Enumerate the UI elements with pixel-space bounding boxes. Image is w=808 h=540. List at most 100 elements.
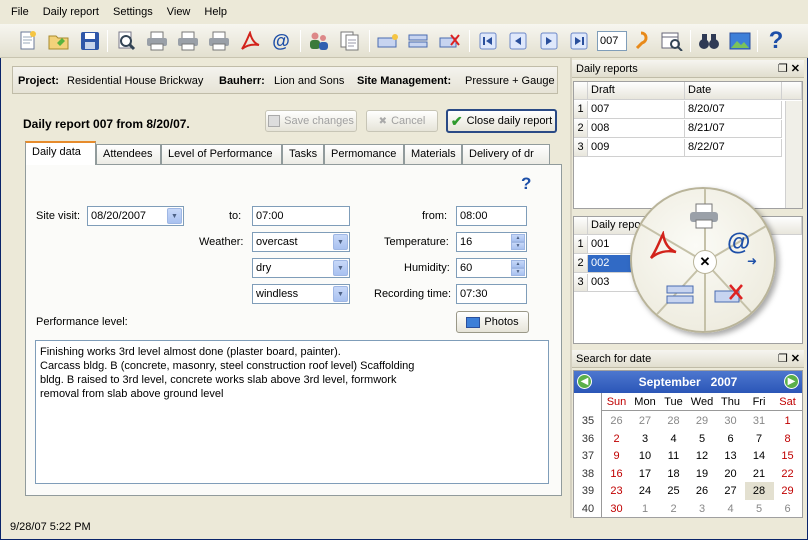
calendar-search-icon[interactable] (660, 29, 684, 53)
weather-select-2[interactable]: dry ▼ (252, 258, 350, 278)
calendar-day[interactable]: 15 (773, 447, 802, 465)
previous-record-icon[interactable] (506, 29, 530, 53)
calendar-day[interactable]: 30 (602, 500, 631, 518)
printer-icon[interactable] (176, 29, 200, 53)
tab-permomance[interactable]: Permomance (324, 144, 404, 164)
calendar-day[interactable]: 26 (688, 482, 717, 500)
calendar-day[interactable]: 20 (716, 465, 745, 483)
from-time-input[interactable]: 08:00 (456, 206, 527, 226)
new-document-icon[interactable] (16, 29, 40, 53)
calendar-day[interactable]: 3 (688, 500, 717, 518)
printer-icon[interactable] (145, 29, 169, 53)
cancel-button[interactable]: ✖ Cancel (366, 110, 438, 132)
calendar-day[interactable]: 1 (773, 412, 802, 430)
calendar-day[interactable]: 30 (716, 412, 745, 430)
calendar-day[interactable]: 29 (773, 482, 802, 500)
users-icon[interactable] (307, 29, 331, 53)
calendar-day[interactable]: 5 (688, 430, 717, 448)
tab-attendees[interactable]: Attendees (96, 144, 161, 164)
performance-textarea[interactable]: Finishing works 3rd level almost done (p… (35, 340, 549, 484)
photos-button[interactable]: Photos (456, 311, 529, 333)
calendar-day[interactable]: 3 (631, 430, 660, 448)
calendar-day[interactable]: 13 (716, 447, 745, 465)
help-icon[interactable]: ? (521, 174, 531, 194)
calendar-day[interactable]: 25 (659, 482, 688, 500)
calendar-day[interactable]: 21 (745, 465, 774, 483)
close-icon[interactable]: ✕ (693, 250, 717, 274)
calendar-day[interactable]: 4 (659, 430, 688, 448)
restore-icon[interactable]: ❐ (778, 353, 788, 365)
menu-view[interactable]: View (160, 6, 198, 18)
record-number-input[interactable]: 007 (597, 31, 627, 51)
tab-tasks[interactable]: Tasks (282, 144, 324, 164)
calendar-day[interactable]: 4 (716, 500, 745, 518)
close-icon[interactable]: ✕ (791, 63, 800, 75)
calendar-day[interactable]: 19 (688, 465, 717, 483)
calendar-day[interactable]: 31 (745, 412, 774, 430)
close-daily-report-button[interactable]: ✔ Close daily report (446, 109, 557, 133)
chevron-down-icon[interactable]: ▼ (333, 260, 348, 276)
table-row[interactable]: 2 008 8/21/07 (574, 120, 802, 138)
help-icon[interactable]: ? (764, 27, 788, 54)
calendar-day[interactable]: 14 (745, 447, 774, 465)
calendar-day[interactable]: 6 (716, 430, 745, 448)
temperature-stepper[interactable]: 16 ▲ ▼ (456, 232, 527, 252)
next-month-icon[interactable]: ▶ (784, 374, 799, 389)
new-record-icon[interactable] (376, 29, 400, 53)
tab-level-of-performance[interactable]: Level of Performance (161, 144, 282, 164)
restore-icon[interactable]: ❐ (778, 63, 788, 75)
to-time-input[interactable]: 07:00 (252, 206, 350, 226)
binoculars-icon[interactable] (697, 29, 721, 53)
column-draft[interactable]: Draft (588, 82, 685, 100)
column-date[interactable]: Date (685, 82, 782, 100)
calendar-day[interactable]: 7 (745, 430, 774, 448)
last-record-icon[interactable] (567, 29, 591, 53)
previous-month-icon[interactable]: ◀ (577, 374, 592, 389)
chevron-down-icon[interactable]: ▼ (333, 234, 348, 250)
calendar-day[interactable]: 28 (744, 482, 774, 501)
calendar-day[interactable]: 1 (631, 500, 660, 518)
image-icon[interactable] (728, 29, 752, 53)
go-to-record-icon[interactable] (629, 29, 653, 53)
chevron-down-icon[interactable]: ▼ (167, 208, 182, 224)
edit-record-icon[interactable] (407, 29, 431, 53)
email-icon[interactable]: @ (727, 229, 750, 257)
print-preview-icon[interactable] (114, 29, 138, 53)
delete-record-icon[interactable] (714, 282, 746, 309)
calendar-day[interactable]: 10 (631, 447, 660, 465)
save-icon[interactable] (78, 29, 102, 53)
calendar-day[interactable]: 27 (631, 412, 660, 430)
calendar-day[interactable]: 11 (659, 447, 688, 465)
edit-record-icon[interactable] (666, 284, 696, 309)
calendar-day[interactable]: 26 (602, 412, 631, 430)
spinner-icon[interactable]: ▲ ▼ (511, 260, 525, 276)
menu-settings[interactable]: Settings (106, 6, 160, 18)
menu-daily-report[interactable]: Daily report (36, 6, 106, 18)
tab-materials[interactable]: Materials (404, 144, 462, 164)
printer-icon[interactable] (689, 203, 719, 232)
scrollbar[interactable] (785, 101, 802, 208)
calendar-day[interactable]: 8 (773, 430, 802, 448)
menu-file[interactable]: File (4, 6, 36, 18)
menu-help[interactable]: Help (197, 6, 234, 18)
tab-delivery[interactable]: Delivery of dr (462, 144, 550, 164)
delete-record-icon[interactable] (438, 29, 462, 53)
next-record-icon[interactable] (537, 29, 561, 53)
calendar-day[interactable]: 12 (688, 447, 717, 465)
humidity-stepper[interactable]: 60 ▲ ▼ (456, 258, 527, 278)
chevron-down-icon[interactable]: ▼ (333, 286, 348, 302)
calendar-day[interactable]: 2 (659, 500, 688, 518)
calendar-day[interactable]: 5 (745, 500, 774, 518)
save-changes-button[interactable]: Save changes (265, 110, 357, 132)
calendar-day[interactable]: 23 (602, 482, 631, 500)
calendar-day[interactable]: 17 (631, 465, 660, 483)
email-icon[interactable]: @ (269, 29, 293, 53)
spinner-icon[interactable]: ▲ ▼ (511, 234, 525, 250)
close-icon[interactable]: ✕ (791, 353, 800, 365)
calendar-day[interactable]: 28 (659, 412, 688, 430)
calendar-day[interactable]: 18 (659, 465, 688, 483)
weather-select-1[interactable]: overcast ▼ (252, 232, 350, 252)
site-visit-date-picker[interactable]: 08/20/2007 ▼ (87, 206, 184, 226)
pdf-icon[interactable] (238, 29, 262, 53)
tab-daily-data[interactable]: Daily data (25, 141, 96, 165)
